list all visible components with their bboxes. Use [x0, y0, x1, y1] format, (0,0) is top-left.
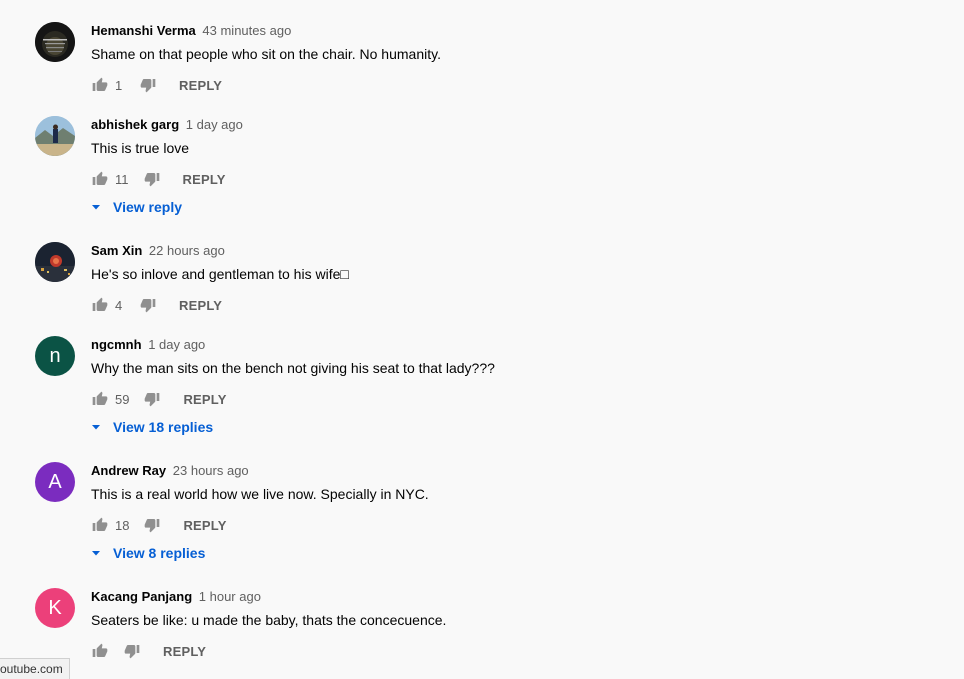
caret-down-icon: [91, 422, 101, 432]
timestamp[interactable]: 1 hour ago: [199, 589, 261, 604]
comment-actions: 59 REPLY: [91, 388, 495, 410]
status-bar-url: outube.com: [0, 658, 70, 679]
timestamp[interactable]: 22 hours ago: [149, 243, 225, 258]
author-name[interactable]: Andrew Ray: [91, 463, 166, 478]
dislike-button[interactable]: [139, 76, 157, 94]
thumbs-up-icon: [92, 171, 108, 185]
reply-button[interactable]: REPLY: [179, 78, 222, 93]
view-replies-button[interactable]: View reply: [91, 196, 243, 218]
author-name[interactable]: Sam Xin: [91, 243, 142, 258]
thumbs-down-icon: [145, 393, 160, 407]
avatar[interactable]: [35, 242, 75, 282]
thumbs-up-icon: [92, 643, 108, 657]
comment-actions: 18 REPLY: [91, 514, 429, 536]
like-button[interactable]: [91, 642, 109, 660]
like-count: 4: [115, 297, 123, 313]
thumbs-down-icon: [124, 645, 140, 659]
reply-button[interactable]: REPLY: [183, 172, 226, 187]
reply-button[interactable]: REPLY: [183, 392, 226, 407]
view-replies-button[interactable]: View 8 replies: [91, 542, 429, 564]
comment-text: Shame on that people who sit on the chai…: [91, 46, 441, 62]
comment-actions: 11 REPLY: [91, 168, 243, 190]
comment-text: He's so inlove and gentleman to his wife…: [91, 266, 349, 282]
avatar[interactable]: [35, 22, 75, 62]
view-replies-label: View reply: [113, 199, 183, 215]
dark-photo-avatar-icon: [35, 22, 75, 62]
thumbs-down-icon: [140, 79, 156, 93]
reply-button[interactable]: REPLY: [183, 518, 226, 533]
like-button[interactable]: [91, 76, 109, 94]
view-replies-button[interactable]: View 18 replies: [91, 416, 495, 438]
thumbs-up-icon: [92, 297, 108, 311]
view-replies-label: View 8 replies: [113, 545, 206, 561]
comment-body: Andrew Ray 23 hours ago This is a real w…: [91, 462, 429, 564]
timestamp[interactable]: 23 hours ago: [173, 463, 249, 478]
comment-header: Andrew Ray 23 hours ago: [91, 462, 429, 480]
timestamp[interactable]: 43 minutes ago: [202, 23, 291, 38]
like-count: 59: [115, 391, 130, 407]
comment-header: Sam Xin 22 hours ago: [91, 242, 349, 260]
comment-text: This is a real world how we live now. Sp…: [91, 486, 429, 502]
avatar[interactable]: n: [35, 336, 75, 376]
like-button[interactable]: [91, 170, 109, 188]
thumbs-up-icon: [92, 391, 108, 405]
timestamp[interactable]: 1 day ago: [186, 117, 243, 132]
view-replies-label: View 18 replies: [113, 419, 214, 435]
avatar[interactable]: K: [35, 588, 75, 628]
avatar-letter: n: [49, 344, 61, 367]
like-count: 18: [115, 517, 130, 533]
comment-body: Sam Xin 22 hours ago He's so inlove and …: [91, 242, 349, 316]
landscape-photo-avatar-icon: [35, 116, 75, 156]
caret-down-icon: [91, 548, 101, 558]
comment-actions: REPLY: [91, 640, 446, 662]
comment-body: abhishek garg 1 day ago This is true lov…: [91, 116, 243, 218]
avatar[interactable]: [35, 116, 75, 156]
comment-header: ngcmnh 1 day ago: [91, 336, 495, 354]
avatar[interactable]: A: [35, 462, 75, 502]
comment-body: Kacang Panjang 1 hour ago Seaters be lik…: [91, 588, 446, 662]
thumbs-down-icon: [145, 519, 160, 533]
dislike-button[interactable]: [143, 170, 161, 188]
dislike-button[interactable]: [143, 516, 161, 534]
comment-text: Seaters be like: u made the baby, thats …: [91, 612, 447, 628]
caret-down-icon: [91, 202, 101, 212]
comment-text: Why the man sits on the bench not giving…: [91, 360, 495, 376]
reply-button[interactable]: REPLY: [163, 644, 206, 659]
comment-body: ngcmnh 1 day ago Why the man sits on the…: [91, 336, 495, 438]
like-count: 11: [115, 171, 129, 187]
comments-section: Hemanshi Verma 43 minutes ago Shame on t…: [0, 0, 964, 679]
avatar-letter: K: [48, 596, 62, 619]
like-count: 1: [115, 77, 123, 93]
comment-actions: 4 REPLY: [91, 294, 349, 316]
thumbs-down-icon: [144, 173, 159, 187]
comment-header: Kacang Panjang 1 hour ago: [91, 588, 446, 606]
author-name[interactable]: ngcmnh: [91, 337, 142, 352]
like-button[interactable]: [91, 516, 109, 534]
thumbs-up-icon: [92, 517, 108, 531]
night-city-photo-avatar-icon: [35, 242, 75, 282]
comment-body: Hemanshi Verma 43 minutes ago Shame on t…: [91, 22, 441, 96]
reply-button[interactable]: REPLY: [179, 298, 222, 313]
dislike-button[interactable]: [143, 390, 161, 408]
timestamp[interactable]: 1 day ago: [148, 337, 205, 352]
comment-header: Hemanshi Verma 43 minutes ago: [91, 22, 441, 40]
author-name[interactable]: abhishek garg: [91, 117, 179, 132]
like-button[interactable]: [91, 390, 109, 408]
author-name[interactable]: Hemanshi Verma: [91, 23, 196, 38]
author-name[interactable]: Kacang Panjang: [91, 589, 192, 604]
thumbs-down-icon: [140, 299, 156, 313]
like-button[interactable]: [91, 296, 109, 314]
dislike-button[interactable]: [139, 296, 157, 314]
comment-text: This is true love: [91, 140, 190, 156]
avatar-letter: A: [48, 470, 62, 493]
thumbs-up-icon: [92, 77, 108, 91]
comment-header: abhishek garg 1 day ago: [91, 116, 243, 134]
dislike-button[interactable]: [123, 642, 141, 660]
comment-actions: 1 REPLY: [91, 74, 441, 96]
